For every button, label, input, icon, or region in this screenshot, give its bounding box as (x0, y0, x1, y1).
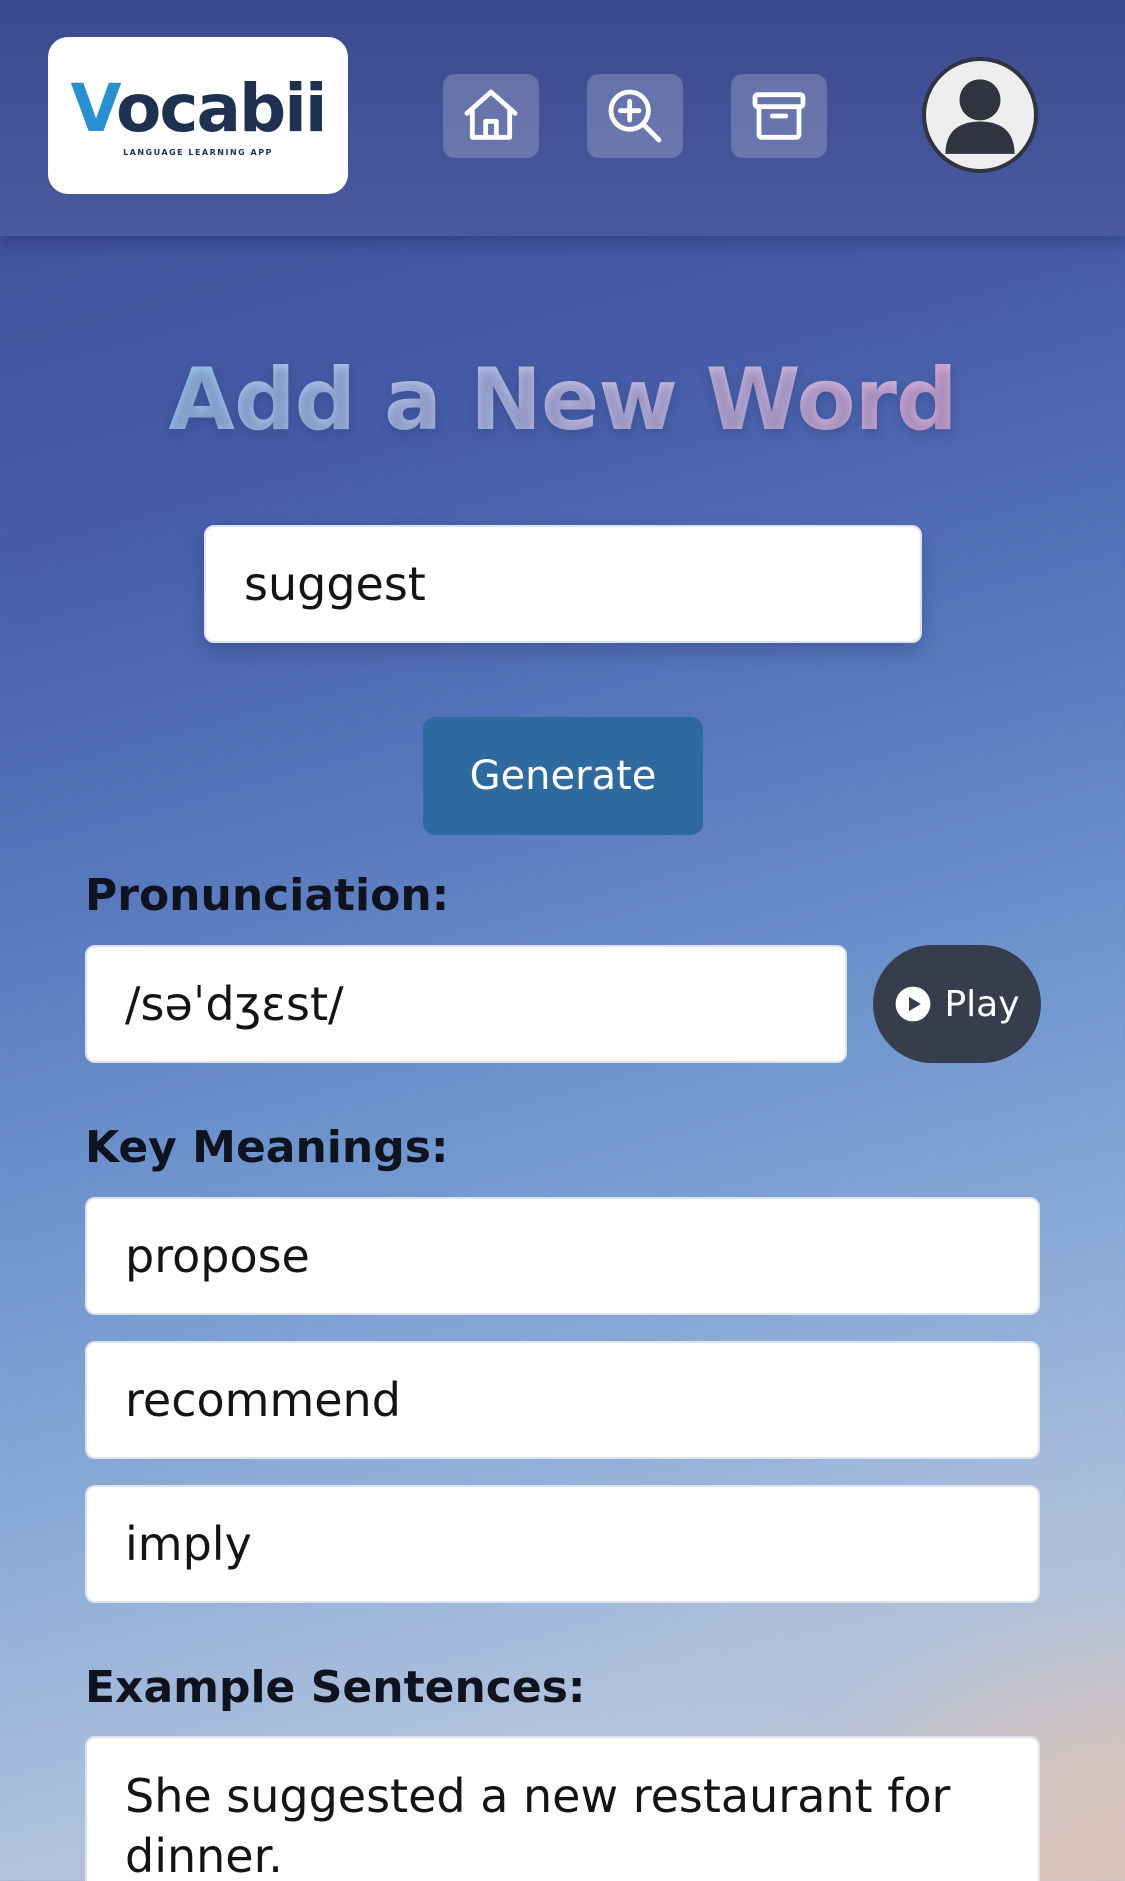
word-input[interactable]: suggest (204, 525, 922, 643)
search-plus-icon (608, 89, 662, 143)
example-sentence-field[interactable]: She suggested a new restaurant for dinne… (85, 1736, 1040, 1881)
logo-tagline: LANGUAGE LEARNING APP (123, 148, 273, 157)
generate-button[interactable]: Generate (423, 717, 703, 835)
examples-label: Example Sentences: (85, 1662, 586, 1713)
pronunciation-label: Pronunciation: (85, 870, 450, 921)
play-label: Play (944, 983, 1020, 1025)
meanings-label: Key Meanings: (85, 1122, 449, 1173)
search-add-button[interactable] (587, 74, 683, 158)
logo-wordmark: Vocabii (70, 70, 328, 147)
archive-button[interactable] (731, 74, 827, 158)
play-button[interactable]: Play (873, 945, 1041, 1063)
app-header: Vocabii LANGUAGE LEARNING APP (0, 0, 1125, 236)
meaning-field[interactable]: propose (85, 1197, 1040, 1315)
home-button[interactable] (443, 74, 539, 158)
pronunciation-field[interactable]: /səˈdʒɛst/ (85, 945, 847, 1063)
play-icon (896, 986, 931, 1022)
vocabii-logo[interactable]: Vocabii LANGUAGE LEARNING APP (48, 37, 348, 194)
archive-icon (752, 92, 806, 140)
profile-avatar[interactable] (922, 57, 1038, 173)
meaning-field[interactable]: imply (85, 1485, 1040, 1603)
user-icon (945, 79, 1015, 154)
home-icon (464, 89, 518, 140)
page-title: Add a New Word (0, 350, 1125, 450)
meaning-field[interactable]: recommend (85, 1341, 1040, 1459)
